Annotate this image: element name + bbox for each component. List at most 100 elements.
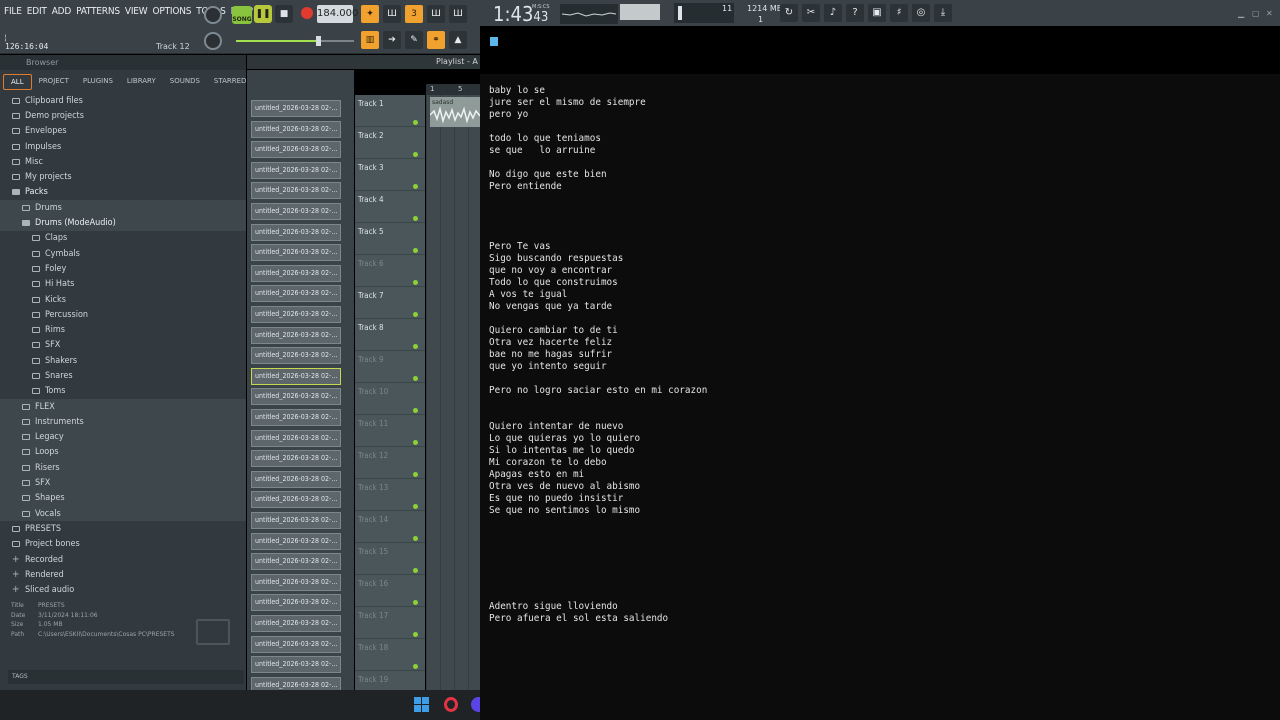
track-header[interactable]: Track 4 [355,191,425,223]
track-header[interactable]: Track 17 [355,607,425,639]
track-mute-led[interactable] [413,280,418,285]
playlist-title[interactable]: Playlist - A [436,57,478,66]
track-mute-led[interactable] [413,408,418,413]
pattern-item[interactable]: untitled_2026-03-28 02-... [251,594,341,612]
browser-item[interactable]: Demo projects [0,108,246,123]
browser-item[interactable]: Risers [0,460,246,476]
browser-item[interactable]: PRESETS [0,521,246,536]
mixer-icon[interactable]: ✂ [802,4,820,22]
browser-item[interactable]: Claps [0,231,246,246]
piano-roll-icon[interactable]: ▥ [361,31,379,49]
track-header[interactable]: Track 6 [355,255,425,287]
pattern-item[interactable]: untitled_2026-03-28 02-... [251,161,341,179]
browser-item[interactable]: Loops [0,444,246,461]
opera-icon[interactable] [444,697,458,712]
pattern-item[interactable]: untitled_2026-03-28 02-... [251,100,341,117]
browser-item[interactable]: Vocals [0,506,246,522]
stop-button[interactable]: ■ [275,5,293,23]
pattern-item[interactable]: untitled_2026-03-28 02-... [251,326,341,344]
pattern-item[interactable]: untitled_2026-03-28 02-... [251,409,341,426]
browser-item[interactable]: + Rendered [0,567,246,582]
playlist-grid[interactable] [426,95,480,690]
menu-edit[interactable]: EDIT [27,6,47,17]
browser-item[interactable]: Snares [0,368,246,383]
browser-item[interactable]: Instruments [0,414,246,430]
browser-tab-plugins[interactable]: PLUGINS [76,74,120,90]
menu-add[interactable]: ADD [52,6,72,17]
track-mute-led[interactable] [413,344,418,349]
pattern-item[interactable]: untitled_2026-03-28 02-... [251,553,341,571]
browser-item[interactable]: SFX [0,475,246,491]
browser-item[interactable]: Drums (ModeAudio) [0,215,246,231]
brush-icon[interactable]: ✎ [405,31,423,49]
browser-item[interactable]: Legacy [0,429,246,445]
browser-item[interactable]: Toms [0,384,246,399]
track-header[interactable]: Track 7 [355,287,425,319]
download-icon[interactable]: ⤓ [934,4,952,22]
track-mute-led[interactable] [413,376,418,381]
pattern-item[interactable]: untitled_2026-03-28 02-... [251,635,341,653]
browser-item[interactable]: Hi Hats [0,277,246,292]
app-icon[interactable] [471,697,480,712]
countdown-icon[interactable]: 3 [405,5,423,23]
track-header[interactable]: Track 3 [355,159,425,191]
track-mute-led[interactable] [413,216,418,221]
pattern-item[interactable]: untitled_2026-03-28 02-... [251,285,341,303]
track-mute-led[interactable] [413,664,418,669]
track-header[interactable]: Track 9 [355,351,425,383]
browser-item[interactable]: Percussion [0,307,246,322]
pattern-item[interactable]: untitled_2026-03-28 02-... [251,656,341,674]
reset-icon[interactable]: ↻ [780,4,798,22]
help-icon[interactable]: ? [846,4,864,22]
browser-item[interactable]: + Recorded [0,552,246,567]
track-mute-led[interactable] [413,536,418,541]
browser-item[interactable]: Rims [0,322,246,337]
track-header[interactable]: Track 18 [355,639,425,671]
tempo-display[interactable]: 184.000 [317,5,358,23]
pattern-item[interactable]: untitled_2026-03-28 02-... [251,264,341,282]
track-mute-led[interactable] [413,568,418,573]
pattern-item[interactable]: untitled_2026-03-28 02-... [251,347,341,365]
track-mute-led[interactable] [413,632,418,637]
browser-item[interactable]: My projects [0,169,246,184]
plugin-icon[interactable]: ♯ [890,4,908,22]
browser-item[interactable]: Cymbals [0,246,246,261]
browser-item[interactable]: Shakers [0,353,246,368]
link-icon[interactable]: ⚭ [427,31,445,49]
browser-item[interactable]: Packs [0,185,246,200]
track-header[interactable]: Track 14 [355,511,425,543]
pattern-item[interactable]: untitled_2026-03-28 02-... [251,306,341,323]
pattern-item[interactable]: untitled_2026-03-28 02-... [251,203,341,220]
browser-item[interactable]: Shapes [0,490,246,507]
timeline-ruler[interactable]: 1 5 [426,84,480,95]
track-header[interactable]: Track 8 [355,319,425,351]
windows-start-icon[interactable] [414,697,429,712]
track-header[interactable]: Track 13 [355,479,425,511]
track-mute-led[interactable] [413,152,418,157]
maximize-icon[interactable]: ▢ [1252,9,1260,18]
pattern-item[interactable]: untitled_2026-03-28 02-... [251,367,341,385]
browser-item[interactable]: Envelopes [0,124,246,139]
pattern-item[interactable]: untitled_2026-03-28 02-... [251,573,341,591]
pattern-item[interactable]: untitled_2026-03-28 02-... [251,470,341,488]
pattern-item[interactable]: untitled_2026-03-28 02-... [251,615,341,632]
pattern-item[interactable]: untitled_2026-03-28 02-... [251,491,341,509]
menu-patterns[interactable]: PATTERNS [76,6,120,17]
pattern-item[interactable]: untitled_2026-03-28 02-... [251,532,341,550]
menu-options[interactable]: OPTIONS [152,6,191,17]
browser-item[interactable]: Clipboard files [0,93,246,108]
browser-item[interactable]: Misc [0,154,246,169]
track-mute-led[interactable] [413,248,418,253]
metronome-icon[interactable]: ✦ [361,5,379,23]
play-pause-button[interactable]: ❚❚ [254,5,272,23]
track-header[interactable]: Track 2 [355,127,425,159]
master-slider-thumb[interactable] [316,36,321,46]
browser-item[interactable]: Foley [0,261,246,276]
pattern-item[interactable]: untitled_2026-03-28 02-... [251,244,341,262]
browser-item[interactable]: Drums [0,200,246,216]
browser-tab-all[interactable]: ALL [3,74,32,90]
track-mute-led[interactable] [413,440,418,445]
pattern-item[interactable]: untitled_2026-03-28 02-... [251,429,341,447]
menu-file[interactable]: FILE [4,6,22,17]
track-header[interactable]: Track 10 [355,383,425,415]
